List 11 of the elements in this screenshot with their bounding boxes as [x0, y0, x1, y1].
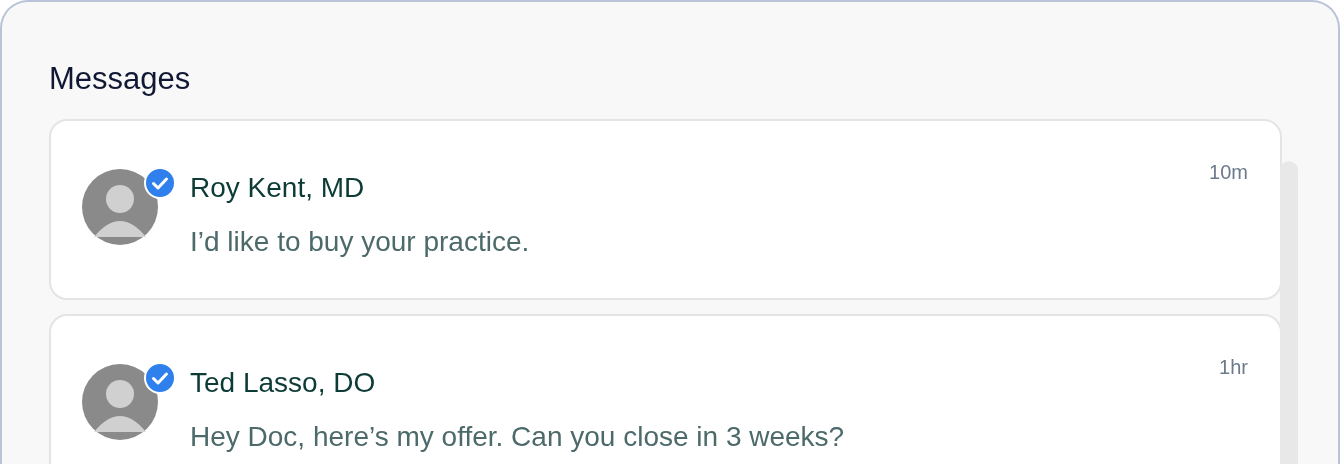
person-silhouette-icon [94, 380, 146, 433]
message-preview: I’d like to buy your practice. [190, 224, 530, 259]
message-card[interactable]: Roy Kent, MD I’d like to buy your practice. 10m [49, 119, 1282, 301]
panel-title: Messages [49, 60, 192, 98]
message-card[interactable]: Ted Lasso, DO Hey Doc, here’s my offer. Can you close in 3 weeks? 1hr [49, 314, 1282, 464]
message-preview: Hey Doc, here’s my offer. Can you close in 3 weeks? [190, 419, 845, 454]
sender-name: Ted Lasso, DO [190, 366, 377, 400]
person-silhouette-icon [94, 185, 146, 238]
sender-name: Roy Kent, MD [190, 171, 366, 205]
message-time: 1hr [1219, 355, 1248, 381]
message-time: 10m [1209, 160, 1248, 186]
